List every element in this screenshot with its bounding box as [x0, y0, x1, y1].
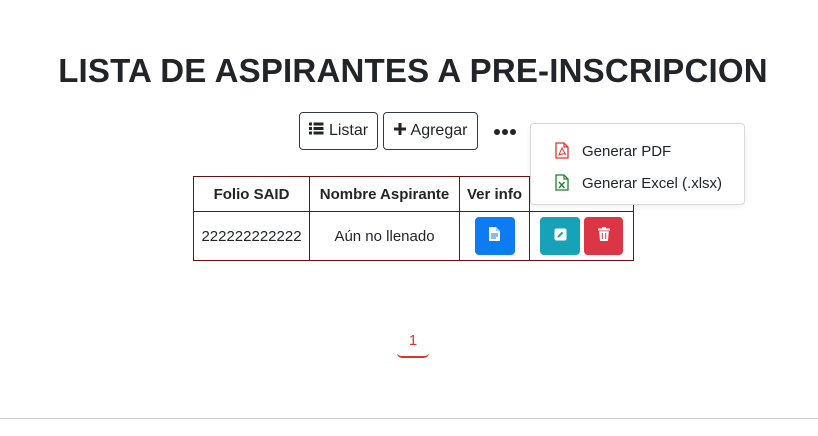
ellipsis-icon: [494, 129, 500, 135]
generar-excel-label: Generar Excel (.xlsx): [582, 174, 723, 192]
agregar-label: Agregar: [410, 122, 468, 139]
edit-button[interactable]: [540, 217, 580, 255]
cell-folio: 222222222222: [193, 211, 310, 261]
agregar-button[interactable]: Agregar: [383, 112, 478, 150]
ellipsis-dot: [510, 129, 516, 135]
page-title: LISTA DE ASPIRANTES A PRE-INSCRIPCION: [58, 52, 768, 89]
listar-button[interactable]: Listar: [299, 112, 378, 150]
generar-pdf-label: Generar PDF: [582, 142, 672, 160]
header-folio: Folio SAID: [193, 176, 310, 212]
ellipsis-dot: [502, 129, 508, 135]
excel-file-icon: [555, 174, 569, 195]
export-dropdown-menu: Generar PDF Generar Excel (.xlsx): [530, 123, 745, 205]
listar-label: Listar: [328, 122, 369, 139]
list-icon: [308, 122, 324, 140]
cell-nombre: Aún no llenado: [309, 211, 460, 261]
footer-divider: [0, 418, 818, 419]
trash-icon: [597, 227, 610, 245]
generar-excel-item[interactable]: Generar Excel (.xlsx): [531, 169, 744, 197]
ver-info-button[interactable]: [474, 217, 515, 255]
cell-ver-info: [459, 211, 530, 261]
header-ver-info: Ver info: [459, 176, 530, 212]
more-options-button[interactable]: [493, 124, 517, 140]
pagination-page-1[interactable]: 1: [397, 330, 429, 358]
table-row: 222222222222 Aún no llenado: [193, 211, 634, 261]
header-nombre: Nombre Aspirante: [309, 176, 460, 212]
generar-pdf-item[interactable]: Generar PDF: [531, 137, 744, 165]
delete-button[interactable]: [584, 217, 623, 255]
cell-acciones: [529, 211, 634, 261]
plus-icon: [393, 122, 406, 140]
pdf-file-icon: [555, 142, 569, 163]
document-icon: [489, 227, 500, 245]
pencil-icon: [554, 228, 567, 245]
